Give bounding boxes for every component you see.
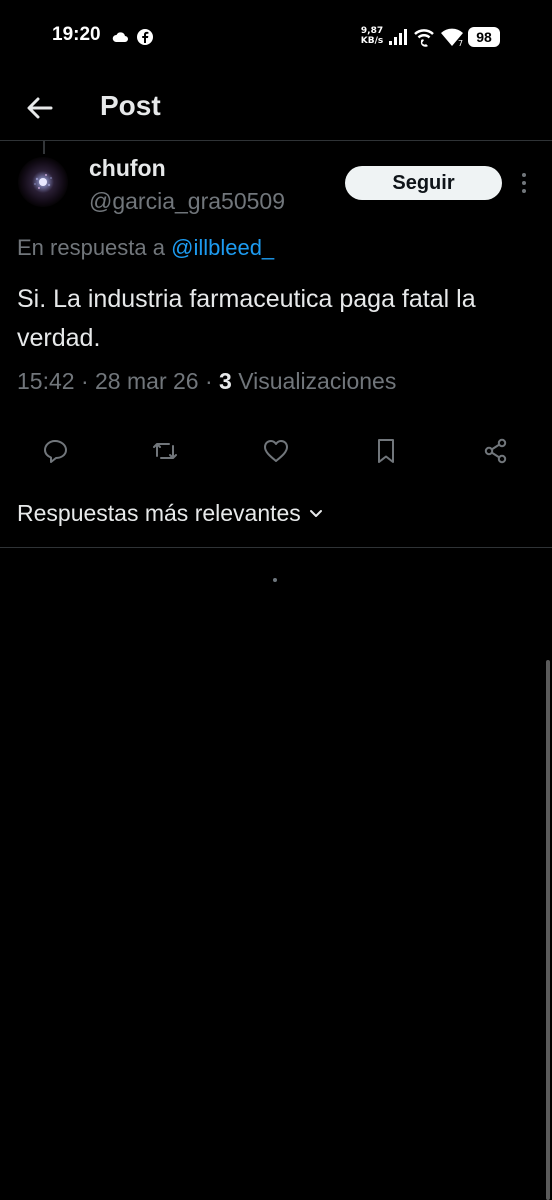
- loading-indicator: [273, 578, 277, 582]
- views-count[interactable]: 3: [219, 368, 232, 394]
- replies-sort-selector[interactable]: Respuestas más relevantes: [17, 500, 323, 527]
- heart-icon: [264, 440, 288, 462]
- back-arrow-icon: [27, 97, 53, 119]
- network-speed-unit: KB/s: [360, 36, 384, 46]
- bookmark-icon: [378, 439, 394, 463]
- post-text: Si. La industria farmaceutica paga fatal…: [17, 285, 476, 352]
- battery-indicator: 98: [468, 27, 500, 47]
- views-label[interactable]: Visualizaciones: [238, 368, 396, 394]
- follow-button[interactable]: Seguir: [345, 166, 502, 200]
- more-vertical-icon: [522, 173, 526, 193]
- author-handle[interactable]: @garcia_gra50509: [89, 188, 285, 215]
- bookmark-button[interactable]: [371, 436, 401, 466]
- scrollbar[interactable]: [546, 660, 550, 1200]
- meta-separator: ·: [204, 368, 213, 394]
- thread-connector-line: [43, 141, 45, 154]
- network-speed-value: 9,87: [360, 26, 384, 36]
- svg-text:7: 7: [458, 39, 463, 47]
- reply-icon: [44, 440, 67, 463]
- page-title: Post: [100, 90, 161, 121]
- app-header: Post: [0, 74, 552, 141]
- avatar[interactable]: [18, 157, 68, 207]
- status-bar: 19:20 9,87 KB/s 7 98: [0, 0, 552, 74]
- network-speed: 9,87 KB/s: [358, 26, 386, 46]
- repost-icon: [153, 443, 177, 459]
- wifi-calling-icon: [412, 26, 436, 53]
- post-date[interactable]: 28 mar 26: [95, 368, 199, 394]
- share-button[interactable]: [481, 436, 511, 466]
- post-action-bar: [0, 428, 552, 472]
- more-options-button[interactable]: [514, 168, 534, 198]
- signal-bars-icon: [388, 28, 408, 51]
- avatar-image-icon: [34, 174, 52, 189]
- meta-separator: ·: [80, 368, 89, 394]
- reply-prefix: En respuesta a: [17, 235, 165, 260]
- share-icon: [484, 438, 507, 464]
- author-name[interactable]: chufon: [89, 155, 166, 182]
- reply-button[interactable]: [41, 436, 71, 466]
- cloud-icon: [112, 30, 128, 48]
- repost-button[interactable]: [150, 436, 180, 466]
- status-time: 19:20: [52, 24, 101, 45]
- reply-handle-link[interactable]: @illbleed_: [171, 235, 274, 260]
- post-meta: 15:42 · 28 mar 26 · 3 Visualizaciones: [17, 368, 396, 395]
- replies-sort-label: Respuestas más relevantes: [17, 500, 301, 526]
- reply-context: En respuesta a @illbleed_: [17, 235, 274, 261]
- facebook-icon: [136, 28, 154, 51]
- chevron-down-icon: [309, 509, 322, 517]
- divider: [0, 547, 552, 548]
- wifi-icon: 7: [440, 27, 464, 52]
- back-button[interactable]: [20, 88, 60, 128]
- post-time[interactable]: 15:42: [17, 368, 75, 394]
- like-button[interactable]: [261, 436, 291, 466]
